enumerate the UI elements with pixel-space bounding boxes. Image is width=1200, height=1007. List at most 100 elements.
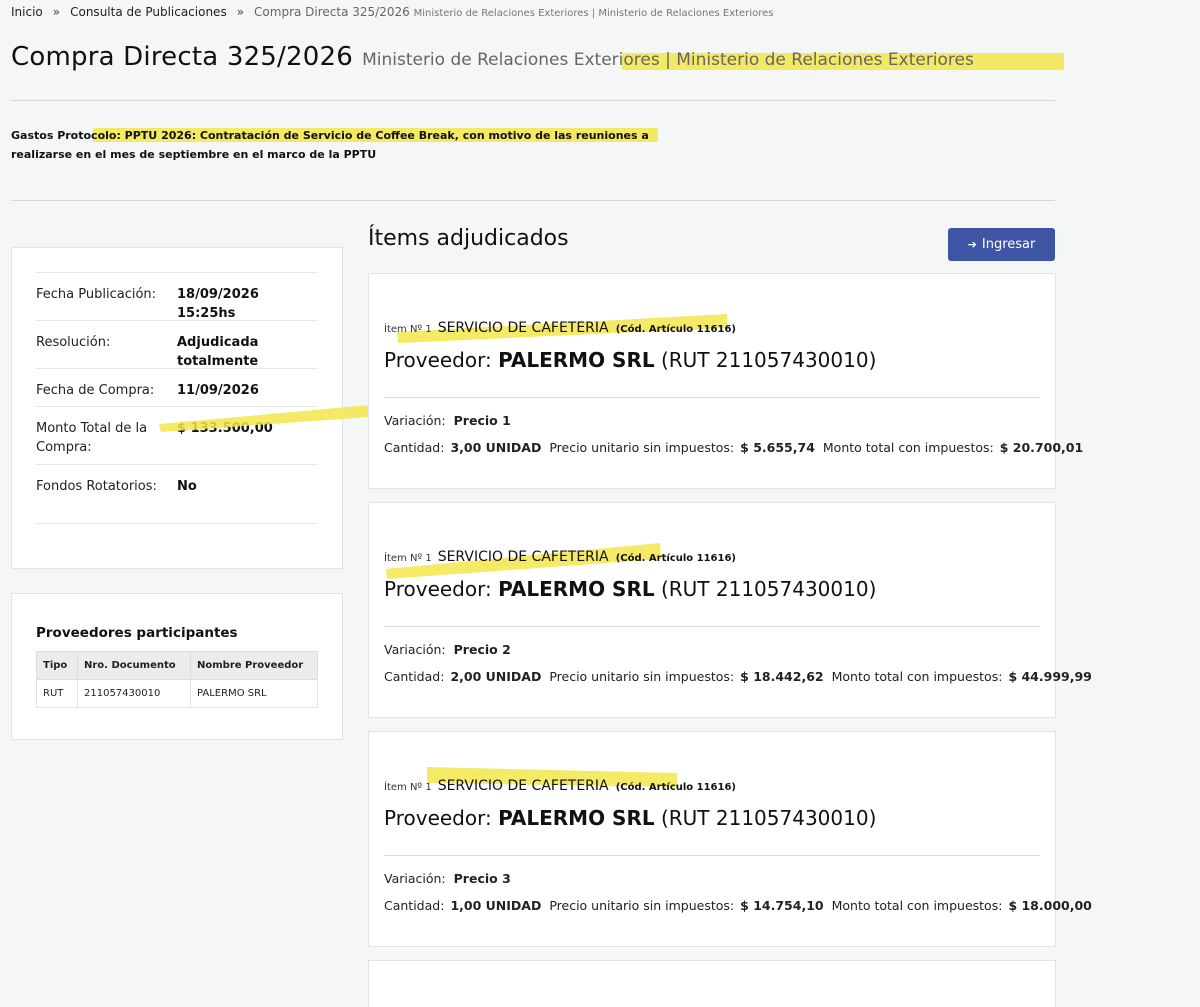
provider-label: Proveedor:	[384, 806, 492, 830]
table-cell: PALERMO SRL	[190, 679, 318, 708]
info-value: 18/09/2026 15:25hs	[177, 287, 259, 321]
item-name: SERVICIO DE CAFETERIA	[437, 549, 609, 565]
variation-label: Variación:	[384, 642, 446, 657]
unit-price-label: Precio unitario sin impuestos:	[549, 669, 735, 684]
total-amount-label: Monto total con impuestos:	[831, 669, 1003, 684]
providers-panel: Proveedores participantes Tipo Nro. Docu…	[11, 593, 343, 740]
unit-price-value: $ 14.754,10	[740, 898, 824, 913]
page-title-main: Compra Directa 325/2026	[11, 42, 353, 72]
total-amount-value: $ 44.999,99	[1008, 669, 1092, 684]
variation-label: Variación:	[384, 871, 446, 886]
table-row: RUT 211057430010 PALERMO SRL	[36, 679, 318, 708]
breadcrumb-home-link[interactable]: Inicio	[11, 5, 43, 19]
variation-value: Precio 3	[453, 871, 511, 886]
quantity-value: 2,00 UNIDAD	[450, 669, 542, 684]
breadcrumb-section-link[interactable]: Consulta de Publicaciones	[70, 5, 227, 19]
total-amount-value: $ 20.700,01	[999, 440, 1084, 455]
provider-name: PALERMO SRL	[498, 577, 655, 601]
breadcrumb-separator: »	[236, 5, 245, 19]
info-value: No	[177, 479, 197, 494]
quantity-label: Cantidad:	[384, 440, 445, 455]
breadcrumb-separator: »	[52, 5, 61, 19]
info-row-resolucion: Resolución: Adjudicada totalmente	[36, 320, 318, 369]
providers-table: Tipo Nro. Documento Nombre Proveedor RUT…	[36, 651, 318, 708]
quantity-label: Cantidad:	[384, 898, 445, 913]
unit-price-label: Precio unitario sin impuestos:	[549, 898, 735, 913]
info-row-fondos: Fondos Rotatorios: No	[36, 464, 318, 524]
table-cell: RUT	[36, 679, 78, 708]
providers-title: Proveedores participantes	[36, 625, 238, 641]
info-label: Monto Total de la Compra:	[36, 421, 148, 455]
page-title: Compra Directa 325/2026 Ministerio de Re…	[11, 42, 974, 72]
awarded-item-card: Ítem Nº 1 SERVICIO DE CAFETERIA (Cód. Art…	[368, 731, 1092, 947]
provider-label: Proveedor:	[384, 348, 492, 372]
quantity-label: Cantidad:	[384, 669, 445, 684]
item-variation: Variación: Precio 3	[384, 871, 511, 886]
item-line: Ítem Nº 1 SERVICIO DE CAFETERIA (Cód. Art…	[384, 317, 736, 336]
divider	[384, 397, 1040, 398]
unit-price-value: $ 18.442,62	[740, 669, 824, 684]
login-button-label: Ingresar	[981, 237, 1036, 252]
variation-value: Precio 1	[453, 413, 511, 428]
unit-price-label: Precio unitario sin impuestos:	[549, 440, 735, 455]
column-header: Tipo	[36, 651, 78, 680]
item-line: Ítem Nº 1 SERVICIO DE CAFETERIA (Cód. Art…	[384, 775, 736, 794]
provider-rut: (RUT 211057430010)	[660, 806, 877, 830]
total-amount-label: Monto total con impuestos:	[822, 440, 994, 455]
total-amount-value: $ 18.000,00	[1008, 898, 1092, 913]
item-provider: Proveedor: PALERMO SRL (RUT 211057430010…	[384, 577, 876, 601]
provider-name: PALERMO SRL	[498, 348, 655, 372]
variation-value: Precio 2	[453, 642, 511, 657]
quantity-value: 3,00 UNIDAD	[450, 440, 542, 455]
variation-label: Variación:	[384, 413, 446, 428]
item-pricing: Cantidad: 2,00 UNIDAD Precio unitario sin …	[384, 669, 1100, 684]
provider-name: PALERMO SRL	[498, 806, 655, 830]
info-label: Resolución:	[36, 335, 111, 350]
item-number: Ítem Nº 1	[384, 553, 432, 564]
breadcrumb-current: Compra Directa 325/2026	[254, 5, 410, 19]
info-row-fecha-publicacion: Fecha Publicación: 18/09/2026 15:25hs	[36, 272, 318, 321]
awarded-item-card: Ítem Nº 1 SERVICIO DE CAFETERIA (Cód. Art…	[368, 273, 1083, 489]
purchase-description: Gastos Protocolo: PPTU 2026: Contratació…	[11, 129, 649, 161]
divider	[384, 626, 1040, 627]
item-name: SERVICIO DE CAFETERIA	[437, 320, 609, 336]
item-code: (Cód. Artículo 11616)	[615, 324, 737, 335]
info-label: Fecha de Compra:	[36, 383, 155, 398]
item-variation: Variación: Precio 2	[384, 642, 511, 657]
awarded-item-card	[368, 960, 1056, 1007]
info-label: Fecha Publicación:	[36, 287, 157, 302]
login-button[interactable]: ➔ Ingresar	[948, 228, 1055, 261]
info-value: Adjudicada totalmente	[177, 335, 259, 369]
sign-in-icon: ➔	[967, 238, 977, 251]
item-variation: Variación: Precio 1	[384, 413, 511, 428]
column-header: Nro. Documento	[77, 651, 191, 680]
total-amount-label: Monto total con impuestos:	[831, 898, 1003, 913]
provider-label: Proveedor:	[384, 577, 492, 601]
table-cell: 211057430010	[77, 679, 191, 708]
item-pricing: Cantidad: 1,00 UNIDAD Precio unitario sin …	[384, 898, 1100, 913]
provider-rut: (RUT 211057430010)	[660, 577, 877, 601]
divider	[384, 855, 1040, 856]
item-name: SERVICIO DE CAFETERIA	[437, 778, 609, 794]
divider	[11, 100, 1055, 101]
divider	[11, 200, 1055, 201]
highlighter-stroke	[159, 404, 383, 432]
page-title-organism: Ministerio de Relaciones Exteriores | Mi…	[362, 50, 974, 70]
info-label: Fondos Rotatorios:	[36, 479, 157, 494]
column-header: Nombre Proveedor	[190, 651, 318, 680]
unit-price-value: $ 5.655,74	[740, 440, 815, 455]
breadcrumb-current-sub: Ministerio de Relaciones Exteriores | Mi…	[413, 8, 774, 19]
item-code: (Cód. Artículo 11616)	[615, 782, 737, 793]
table-header-row: Tipo Nro. Documento Nombre Proveedor	[36, 651, 318, 680]
item-line: Ítem Nº 1 SERVICIO DE CAFETERIA (Cód. Art…	[384, 546, 736, 565]
item-number: Ítem Nº 1	[384, 324, 432, 335]
provider-rut: (RUT 211057430010)	[660, 348, 877, 372]
item-provider: Proveedor: PALERMO SRL (RUT 211057430010…	[384, 348, 876, 372]
item-pricing: Cantidad: 3,00 UNIDAD Precio unitario sin …	[384, 440, 1091, 455]
quantity-value: 1,00 UNIDAD	[450, 898, 542, 913]
items-heading: Ítems adjudicados	[368, 226, 569, 251]
breadcrumb: Inicio » Consulta de Publicaciones » Compra …	[11, 5, 773, 19]
item-code: (Cód. Artículo 11616)	[615, 553, 737, 564]
awarded-item-card: Ítem Nº 1 SERVICIO DE CAFETERIA (Cód. Art…	[368, 502, 1092, 718]
item-number: Ítem Nº 1	[384, 782, 432, 793]
